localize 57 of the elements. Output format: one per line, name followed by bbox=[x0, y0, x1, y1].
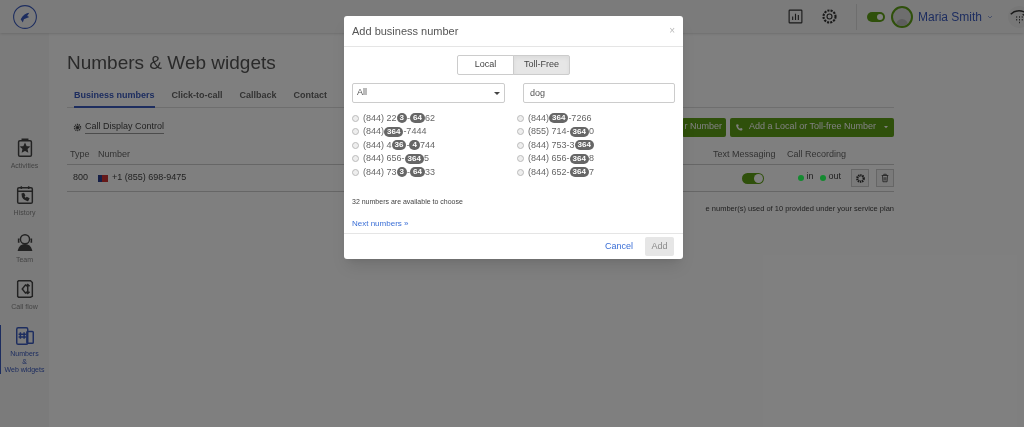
text-messaging-toggle[interactable] bbox=[741, 172, 764, 184]
number-type-tab[interactable]: Toll-Free bbox=[513, 55, 570, 75]
search-field[interactable]: dog bbox=[523, 83, 675, 103]
dialog-title: Add business number bbox=[352, 23, 459, 39]
column-header: Type bbox=[70, 147, 91, 161]
region-select[interactable]: All bbox=[352, 83, 505, 103]
phone-number-option[interactable]: (844) 4 36 - 4 744 bbox=[363, 138, 435, 152]
phone-icon bbox=[735, 122, 745, 132]
table-cell: +1 (855) 698-9475 bbox=[111, 172, 187, 183]
call-display-control-link[interactable]: Call Display Control bbox=[85, 119, 165, 135]
gear-icon bbox=[854, 172, 866, 184]
cancel-button[interactable]: Cancel bbox=[605, 239, 633, 254]
tab[interactable]: Click-to-call bbox=[171, 87, 223, 108]
radio-button[interactable] bbox=[352, 114, 359, 122]
tab[interactable]: Business numbers bbox=[74, 87, 155, 108]
recording-label: in bbox=[806, 169, 814, 183]
hash-devices-icon[interactable] bbox=[13, 325, 36, 347]
page-title: Numbers & Web widgets bbox=[67, 52, 276, 74]
phone-number-option[interactable]: (855) 714- 364 0 bbox=[528, 125, 594, 139]
logo-icon bbox=[11, 3, 38, 30]
tab[interactable]: Callback bbox=[239, 87, 277, 108]
radio-button[interactable] bbox=[352, 168, 359, 176]
phone-number-option[interactable]: (844) 22 3 - 64 62 bbox=[363, 111, 435, 125]
radio-button[interactable] bbox=[517, 128, 524, 136]
trash-icon bbox=[880, 173, 891, 183]
next-numbers-link[interactable]: Next numbers » bbox=[352, 219, 409, 228]
phone-number-option[interactable]: (844) 753-3 364 bbox=[528, 138, 594, 152]
settings-icon[interactable] bbox=[73, 122, 82, 132]
caret-icon bbox=[883, 124, 889, 130]
radio-button[interactable] bbox=[517, 168, 524, 176]
column-header: Number bbox=[98, 148, 130, 159]
radio-button[interactable] bbox=[352, 128, 359, 136]
table-cell-text: 800 bbox=[73, 171, 90, 185]
recording-label: out bbox=[828, 169, 842, 183]
radio-button[interactable] bbox=[352, 155, 359, 163]
column-header: Text Messaging bbox=[713, 147, 777, 161]
radio-button[interactable] bbox=[517, 114, 524, 122]
settings-button[interactable] bbox=[851, 169, 870, 187]
column-header: Call Recording bbox=[787, 147, 847, 161]
phone-number-option[interactable]: (844) 73 3 - 64 33 bbox=[363, 165, 435, 179]
phone-number-option[interactable]: (844) 656- 364 5 bbox=[363, 152, 429, 166]
number-type-tab[interactable]: Local bbox=[457, 55, 514, 75]
status-toggle[interactable] bbox=[867, 11, 885, 22]
phone-number-option[interactable]: (844) 656- 364 8 bbox=[528, 152, 594, 166]
radio-button[interactable] bbox=[517, 155, 524, 163]
avatar-icon[interactable] bbox=[891, 5, 913, 28]
settings-icon[interactable] bbox=[821, 8, 838, 25]
tab[interactable]: Contact bbox=[293, 87, 328, 108]
bar-chart-icon[interactable] bbox=[787, 8, 804, 25]
phone-number-option[interactable]: (844) 364 -7444 bbox=[363, 125, 427, 139]
radio-button[interactable] bbox=[517, 141, 524, 149]
user-name[interactable]: Maria Smith bbox=[918, 7, 982, 26]
radio-button[interactable] bbox=[352, 141, 359, 149]
phone-number-option[interactable]: (844) 652- 364 7 bbox=[528, 165, 594, 179]
phone-number-option[interactable]: (844) 364 -7266 bbox=[528, 111, 592, 125]
delete-button[interactable] bbox=[876, 169, 894, 187]
flag-icon bbox=[97, 174, 108, 182]
